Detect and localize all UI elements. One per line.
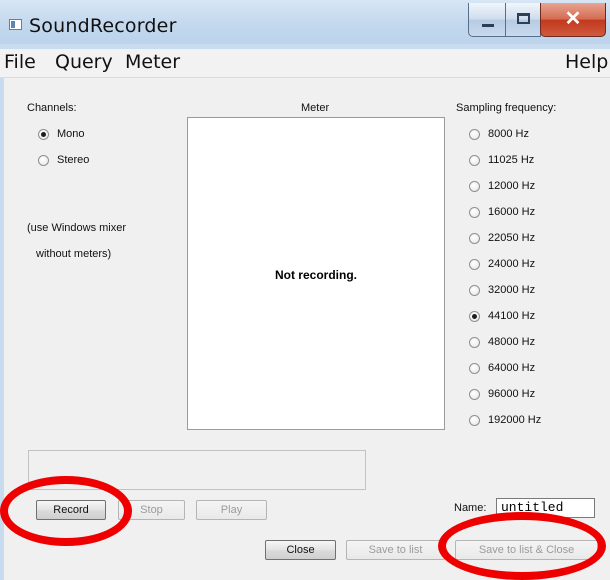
radio-label: Mono	[57, 128, 85, 140]
status-box	[28, 450, 366, 490]
radio-dot	[41, 132, 46, 137]
radio-label: 32000 Hz	[488, 284, 536, 296]
radio-button[interactable]	[469, 129, 480, 140]
stop-button[interactable]: Stop	[118, 500, 185, 520]
radio-button[interactable]	[469, 389, 480, 400]
save-to-list-close-button[interactable]: Save to list & Close	[455, 540, 598, 560]
radio-label: 48000 Hz	[488, 336, 536, 348]
title-bar[interactable]: SoundRecorder ✕	[0, 0, 610, 44]
radio-button[interactable]	[38, 155, 49, 166]
radio-label: Stereo	[57, 154, 90, 166]
radio-button[interactable]	[469, 363, 480, 374]
name-label: Name:	[454, 502, 487, 514]
radio-label: 192000 Hz	[488, 414, 542, 426]
minimize-icon	[482, 24, 494, 27]
radio-button[interactable]	[469, 337, 480, 348]
radio-label: 11025 Hz	[488, 154, 535, 166]
menu-bar: File Query Meter Help	[0, 49, 610, 78]
channels-label: Channels:	[27, 102, 77, 114]
radio-label: 22050 Hz	[488, 232, 536, 244]
radio-button[interactable]	[469, 207, 480, 218]
radio-label: 12000 Hz	[488, 180, 536, 192]
play-button[interactable]: Play	[196, 500, 267, 520]
radio-dot	[472, 314, 477, 319]
close-icon: ✕	[564, 8, 582, 30]
radio-label: 24000 Hz	[488, 258, 536, 270]
client-area: Channels: Mono Stereo (use Windows mixer…	[4, 78, 610, 580]
radio-button[interactable]	[38, 129, 49, 140]
radio-button[interactable]	[469, 311, 480, 322]
radio-label: 44100 Hz	[488, 310, 536, 322]
radio-button[interactable]	[469, 233, 480, 244]
radio-label: 96000 Hz	[488, 388, 536, 400]
menu-file[interactable]: File	[4, 51, 36, 73]
radio-label: 8000 Hz	[488, 128, 529, 140]
maximize-button[interactable]	[505, 3, 541, 37]
radio-button[interactable]	[469, 259, 480, 270]
close-button[interactable]: Close	[265, 540, 336, 560]
meter-status: Not recording.	[274, 268, 357, 282]
maximize-icon	[517, 13, 530, 24]
menu-query[interactable]: Query	[55, 51, 113, 73]
meter-label: Meter	[301, 102, 330, 114]
close-window-button[interactable]: ✕	[540, 3, 606, 37]
mixer-note-line1: (use Windows mixer	[27, 222, 127, 234]
radio-label: 64000 Hz	[488, 362, 536, 374]
radio-button[interactable]	[469, 285, 480, 296]
sampling-frequency-label: Sampling frequency:	[456, 102, 557, 114]
radio-button[interactable]	[469, 415, 480, 426]
radio-button[interactable]	[469, 181, 480, 192]
radio-button[interactable]	[469, 155, 480, 166]
name-input[interactable]: untitled	[496, 498, 595, 518]
meter-panel: Not recording.	[187, 117, 445, 430]
app-icon[interactable]	[9, 19, 22, 30]
minimize-button[interactable]	[468, 3, 506, 37]
save-to-list-button[interactable]: Save to list	[346, 540, 445, 560]
record-button[interactable]: Record	[36, 500, 106, 520]
window-title: SoundRecorder	[29, 15, 177, 37]
mixer-note-line2: without meters)	[36, 248, 112, 260]
menu-help[interactable]: Help	[565, 51, 608, 73]
menu-meter[interactable]: Meter	[125, 51, 180, 73]
radio-label: 16000 Hz	[488, 206, 536, 218]
